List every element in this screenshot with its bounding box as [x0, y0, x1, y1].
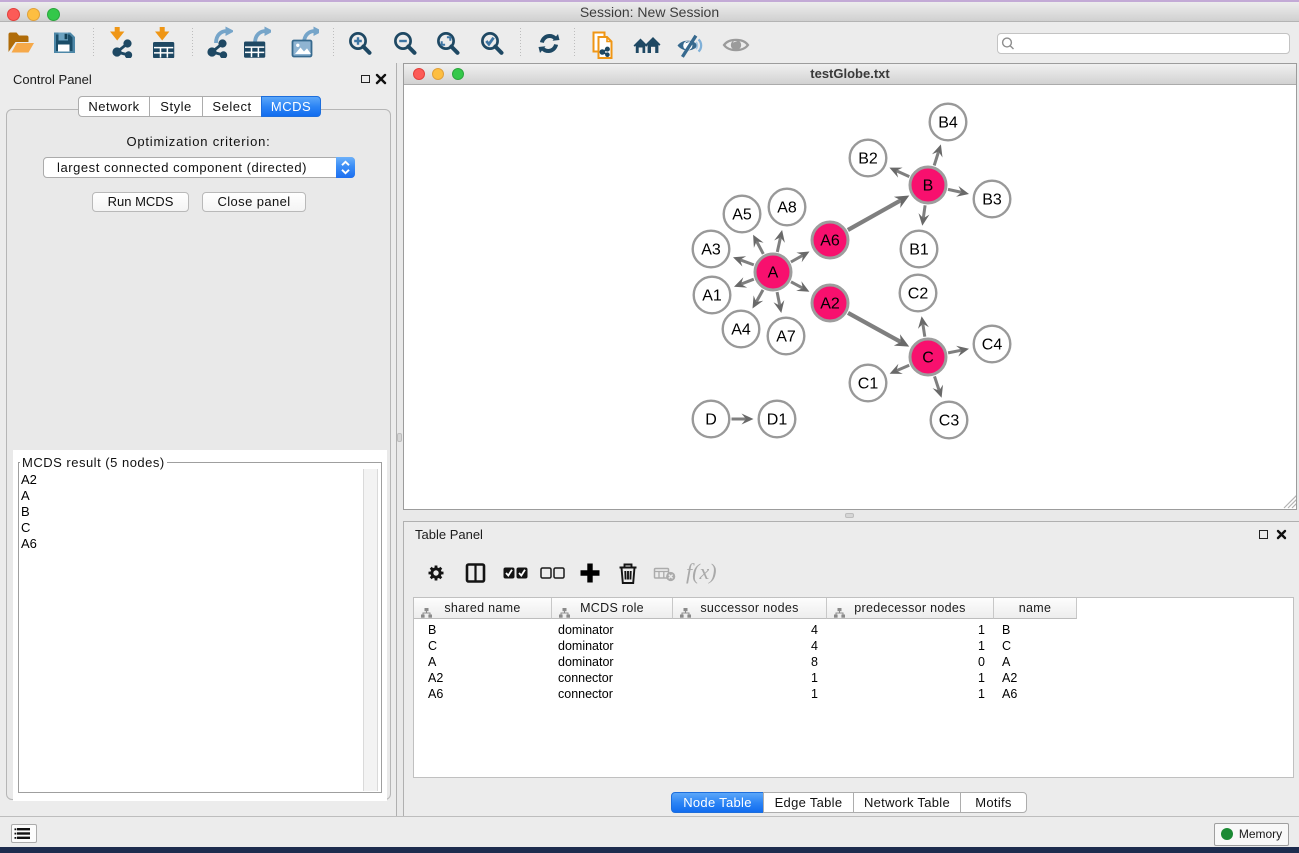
svg-text:A8: A8	[777, 200, 797, 217]
svg-text:D1: D1	[767, 412, 788, 429]
svg-text:A4: A4	[731, 322, 751, 339]
svg-text:C2: C2	[908, 286, 929, 303]
svg-text:A5: A5	[732, 207, 752, 224]
svg-text:B2: B2	[858, 151, 878, 168]
svg-text:B3: B3	[982, 192, 1002, 209]
svg-text:C3: C3	[939, 413, 960, 430]
svg-text:A7: A7	[776, 329, 796, 346]
svg-text:A3: A3	[701, 242, 721, 259]
svg-text:C: C	[922, 350, 934, 367]
svg-text:B4: B4	[938, 115, 958, 132]
svg-text:D: D	[705, 412, 717, 429]
svg-text:A2: A2	[820, 296, 840, 313]
svg-text:C1: C1	[858, 376, 879, 393]
svg-text:A: A	[768, 265, 779, 282]
svg-text:A6: A6	[820, 233, 840, 250]
svg-text:A1: A1	[702, 288, 722, 305]
svg-text:B: B	[923, 178, 934, 195]
svg-text:C4: C4	[982, 337, 1003, 354]
svg-text:B1: B1	[909, 242, 929, 259]
